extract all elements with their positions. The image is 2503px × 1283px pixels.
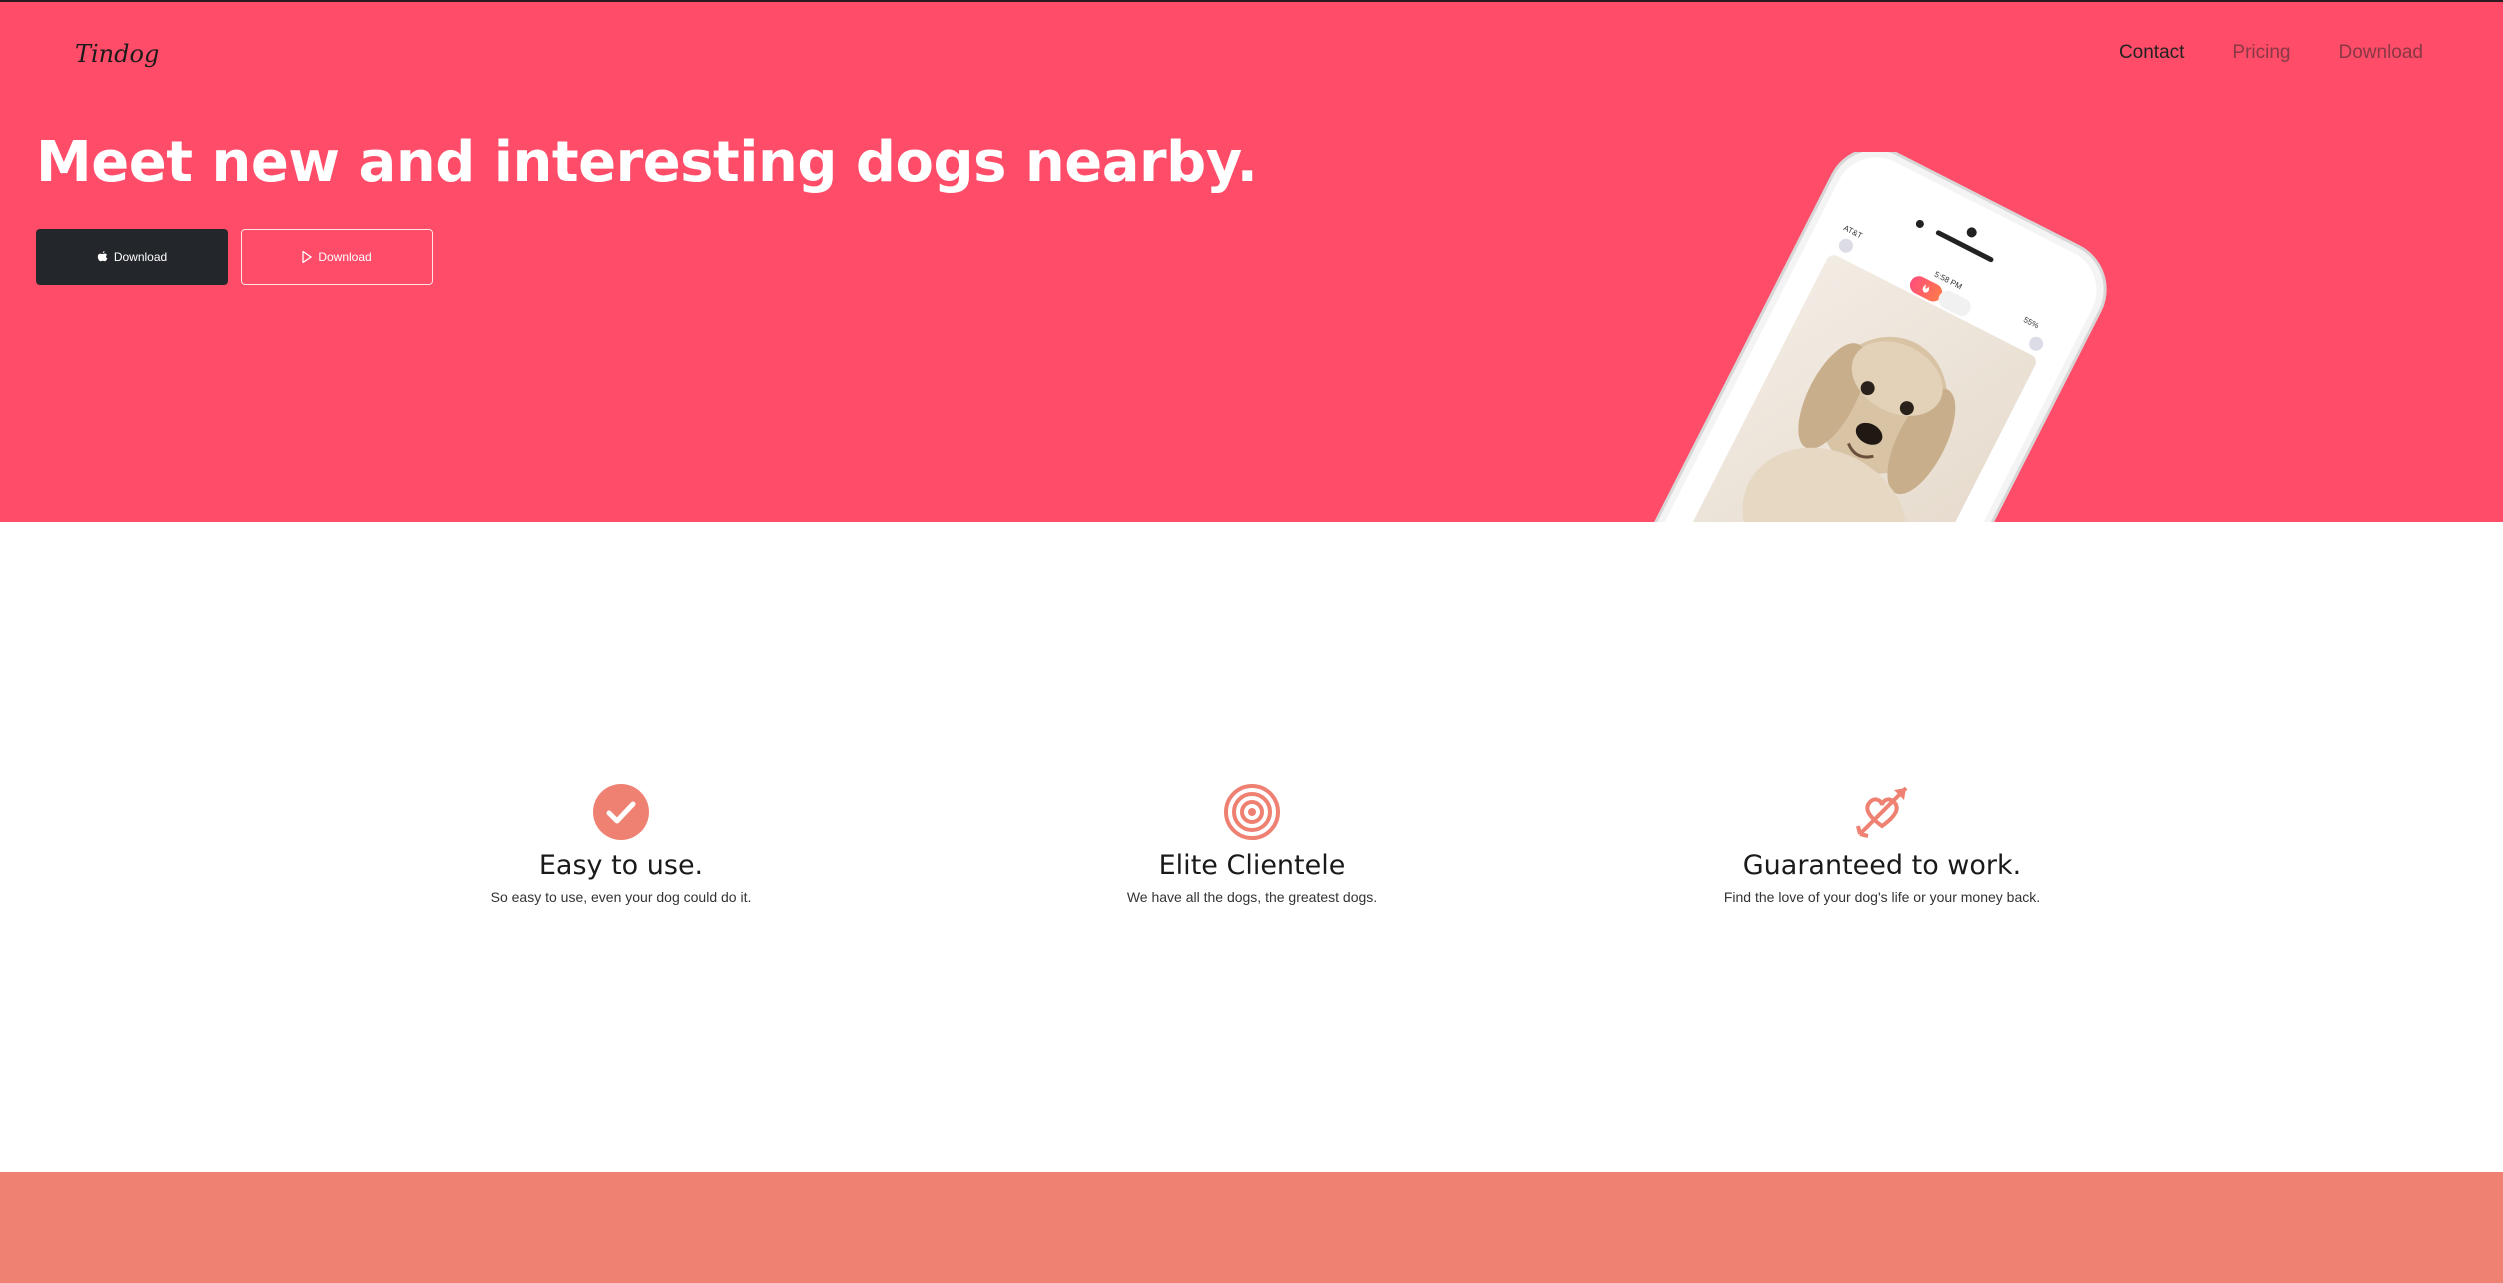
hero-section: Tindog Contact Pricing Download Meet new… (0, 2, 2503, 522)
play-store-icon (302, 251, 313, 263)
top-nav: Contact Pricing Download (2071, 42, 2423, 64)
bullseye-icon (1224, 784, 1280, 840)
phone-mockup: AT&T 5:58 PM 55% (1587, 147, 2120, 522)
feature-elite-clientele: Elite Clientele We have all the dogs, th… (1002, 784, 1502, 905)
heart-arrow-icon (1856, 786, 1908, 838)
app-store-download-label: Download (113, 250, 168, 264)
check-circle-icon (593, 784, 649, 840)
hero-headline: Meet new and interesting dogs nearby. (36, 130, 1258, 195)
nav-contact[interactable]: Contact (2119, 42, 2184, 64)
feature-easy-to-use: Easy to use. So easy to use, even your d… (371, 784, 871, 905)
feature-title: Easy to use. (538, 850, 704, 881)
app-store-download-button[interactable]: Download (36, 229, 228, 285)
nav-pricing[interactable]: Pricing (2232, 42, 2290, 64)
testimonial-section-start (0, 1172, 2503, 1283)
feature-guaranteed: Guaranteed to work. Find the love of you… (1632, 784, 2132, 905)
feature-title: Elite Clientele (1158, 850, 1346, 881)
google-play-download-label: Download (318, 250, 372, 264)
feature-title: Guaranteed to work. (1742, 850, 2022, 881)
feature-text: Find the love of your dog's life or your… (1723, 889, 2041, 905)
brand-logo[interactable]: Tindog (75, 40, 159, 68)
feature-text: So easy to use, even your dog could do i… (490, 889, 752, 905)
nav-download[interactable]: Download (2339, 42, 2424, 64)
google-play-download-button[interactable]: Download (241, 229, 433, 285)
feature-text: We have all the dogs, the greatest dogs. (1126, 889, 1378, 905)
apple-icon (97, 251, 108, 262)
features-section: Easy to use. So easy to use, even your d… (0, 522, 2503, 1172)
